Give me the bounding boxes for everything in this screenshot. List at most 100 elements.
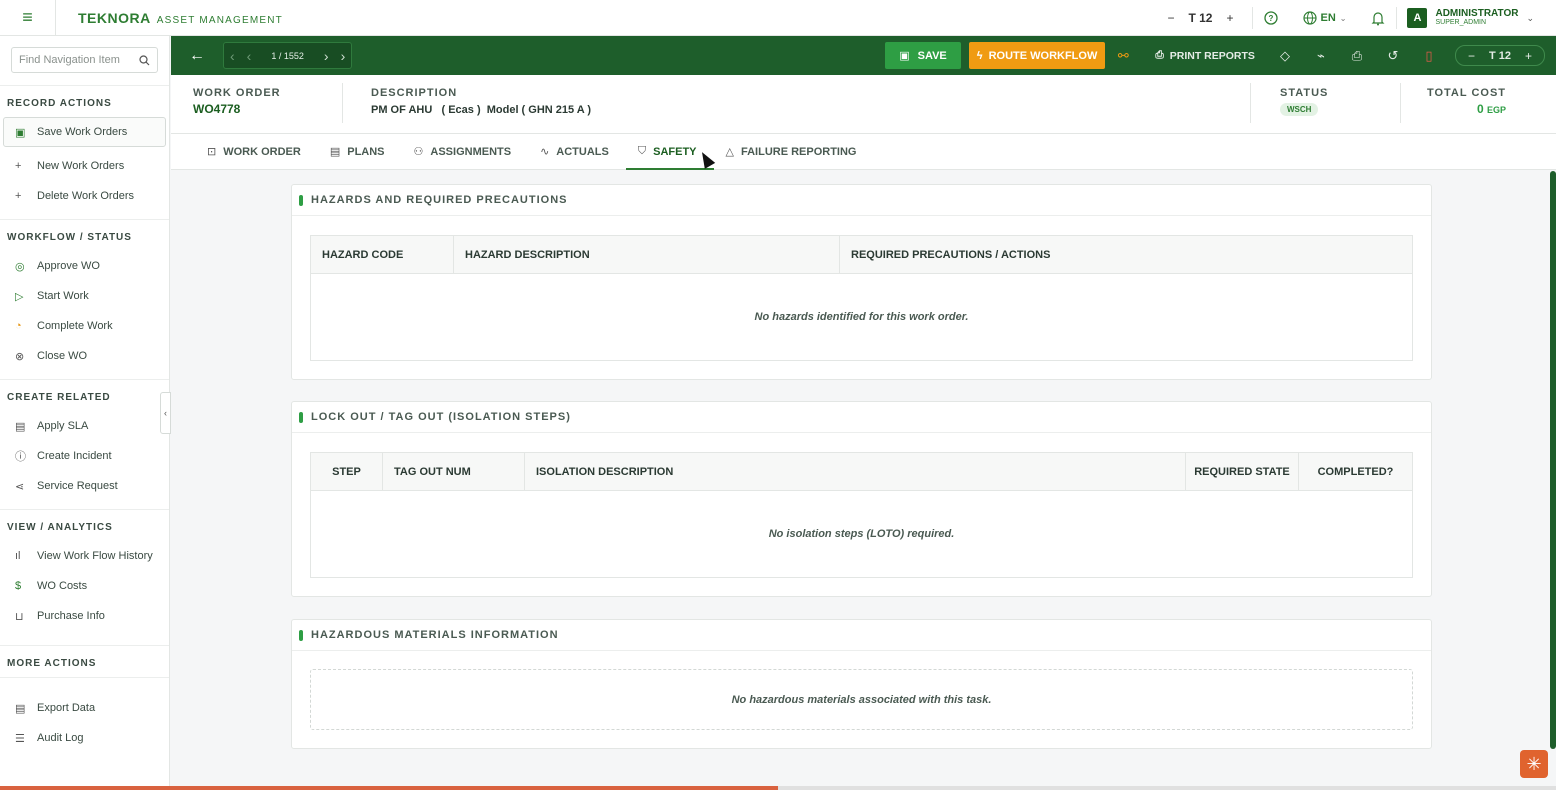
back-arrow-icon[interactable]: ← bbox=[171, 47, 223, 65]
cart-icon: ⊔ bbox=[15, 610, 24, 623]
sidebar-item-service-request[interactable]: ⋖ Service Request bbox=[0, 471, 169, 501]
sidebar-item-start[interactable]: ▷ Start Work bbox=[0, 281, 169, 311]
status-badge: WSCH bbox=[1280, 103, 1319, 116]
dollar-icon: $ bbox=[15, 580, 22, 592]
col-hazard-code[interactable]: HAZARD CODE bbox=[311, 236, 454, 273]
decrease-font-button[interactable]: − bbox=[1468, 49, 1475, 63]
help-icon[interactable]: ? bbox=[1253, 0, 1289, 36]
lightning-icon: ϟ bbox=[976, 49, 983, 62]
section-create-related: CREATE RELATED bbox=[0, 379, 169, 403]
save-icon: ▣ bbox=[15, 126, 26, 139]
sidebar-item-workflow-history[interactable]: ıl View Work Flow History bbox=[0, 541, 169, 571]
total-cost-value: 0 EGP bbox=[1476, 102, 1506, 116]
brand-name: TEKNORA bbox=[78, 9, 151, 26]
menu-icon[interactable]: ≡ bbox=[0, 0, 56, 36]
sidebar-item-wo-costs[interactable]: $ WO Costs bbox=[0, 571, 169, 601]
sidebar-item-purchase-info[interactable]: ⊔ Purchase Info bbox=[0, 601, 169, 631]
tab-work-order[interactable]: ⊡ WORK ORDER bbox=[195, 134, 318, 170]
col-isolation-description[interactable]: ISOLATION DESCRIPTION bbox=[525, 453, 1186, 490]
sidebar-collapse-button[interactable]: ‹ bbox=[160, 392, 171, 434]
col-step[interactable]: STEP bbox=[311, 453, 383, 490]
sidebar: RECORD ACTIONS ▣Save Work Orders +New Wo… bbox=[0, 36, 170, 790]
col-completed[interactable]: COMPLETED? bbox=[1299, 453, 1412, 490]
search-icon[interactable] bbox=[139, 54, 150, 66]
save-button[interactable]: ▣ SAVE bbox=[885, 42, 961, 69]
svg-text:?: ? bbox=[1268, 14, 1273, 23]
plus-icon: + bbox=[15, 160, 22, 172]
font-size-indicator: T 12 bbox=[1488, 49, 1511, 62]
delete-icon[interactable]: ▯ bbox=[1411, 36, 1447, 75]
loto-table: STEP TAG OUT NUM ISOLATION DESCRIPTION R… bbox=[310, 452, 1413, 578]
decrease-font-button[interactable]: − bbox=[1167, 11, 1174, 25]
route-workflow-button[interactable]: ϟ ROUTE WORKFLOW bbox=[968, 42, 1106, 69]
printer-icon: ⎙ bbox=[1155, 49, 1164, 61]
col-required-state[interactable]: REQUIRED STATE bbox=[1186, 453, 1299, 490]
language-selector[interactable]: EN ⌄ bbox=[1289, 11, 1361, 25]
nav-search bbox=[11, 47, 158, 73]
loto-title: LOCK OUT / TAG OUT (ISOLATION STEPS) bbox=[292, 402, 1431, 433]
clock-icon: ◔ bbox=[15, 320, 22, 332]
col-hazard-description[interactable]: HAZARD DESCRIPTION bbox=[454, 236, 840, 273]
progress-fill bbox=[0, 786, 778, 790]
col-tag-out-num[interactable]: TAG OUT NUM bbox=[383, 453, 525, 490]
print-reports-button[interactable]: ⎙ PRINT REPORTS bbox=[1141, 49, 1267, 62]
shield-icon: ⛉ bbox=[637, 145, 647, 157]
last-record-button[interactable]: › bbox=[341, 48, 346, 64]
sidebar-item-complete[interactable]: ◔ Complete Work bbox=[0, 311, 169, 341]
sidebar-item-new[interactable]: + New Work Orders bbox=[0, 151, 169, 181]
tab-bar: ⊡ WORK ORDER ▤ PLANS ⚇ ASSIGNMENTS ∿ ACTUALS… bbox=[171, 134, 1556, 170]
warning-icon: △ bbox=[725, 146, 734, 158]
first-record-button[interactable]: ‹ bbox=[230, 48, 235, 64]
work-order-field: WORK ORDER WO4778 bbox=[193, 87, 281, 116]
increase-font-button[interactable]: + bbox=[1226, 11, 1233, 25]
section-workflow-status: WORKFLOW / STATUS bbox=[0, 219, 169, 243]
sidebar-item-delete[interactable]: + Delete Work Orders bbox=[0, 181, 169, 211]
hazmat-empty-message: No hazardous materials associated with t… bbox=[731, 693, 992, 706]
tab-assignments[interactable]: ⚇ ASSIGNMENTS bbox=[402, 134, 529, 170]
user-menu[interactable]: A ADMINISTRATOR SUPER_ADMIN ⌄ bbox=[1397, 8, 1556, 28]
loto-empty-message: No isolation steps (LOTO) required. bbox=[768, 528, 955, 540]
user-name: ADMINISTRATOR bbox=[1435, 8, 1519, 19]
prev-record-button[interactable]: ‹ bbox=[247, 48, 252, 64]
font-size-control: − T 12 + bbox=[1149, 11, 1251, 25]
bar-chart-icon: ıl bbox=[15, 550, 21, 562]
tab-plans[interactable]: ▤ PLANS bbox=[318, 134, 402, 170]
description-value: PM OF AHU ( Ecas ) Model ( GHN 215 A ) bbox=[371, 104, 592, 116]
avatar: A bbox=[1407, 8, 1428, 28]
hazmat-card: HAZARDOUS MATERIALS INFORMATION No hazar… bbox=[291, 619, 1432, 749]
record-toolbar: ← ‹ ‹ 1 / 1552 › › ▣ SAVE ϟ ROUTE WORKFL… bbox=[171, 36, 1556, 75]
print-icon[interactable]: ⎙ bbox=[1339, 36, 1375, 75]
sidebar-item-save[interactable]: ▣ Save Work Orders bbox=[3, 117, 166, 147]
share-icon: ⋖ bbox=[15, 480, 25, 493]
workflow-link-icon[interactable]: ⚯ bbox=[1105, 36, 1141, 75]
sidebar-item-close[interactable]: ⊗ Close WO bbox=[0, 341, 169, 371]
top-bar: ≡ TEKNORA ASSET MANAGEMENT − T 12 + ? EN… bbox=[0, 0, 1556, 36]
section-more-actions: MORE ACTIONS bbox=[0, 645, 169, 669]
status-field: STATUS WSCH bbox=[1280, 87, 1329, 116]
bell-icon[interactable] bbox=[1360, 0, 1396, 36]
sidebar-item-apply-sla[interactable]: ▤ Apply SLA bbox=[0, 411, 169, 441]
history-icon[interactable]: ↺ bbox=[1375, 36, 1411, 75]
sidebar-item-approve[interactable]: ◎ Approve WO bbox=[0, 251, 169, 281]
sidebar-item-export-data[interactable]: ▤ Export Data bbox=[0, 693, 169, 723]
col-required-precautions[interactable]: REQUIRED PRECAUTIONS / ACTIONS bbox=[840, 236, 1412, 273]
chevron-down-icon: ⌄ bbox=[1526, 12, 1534, 23]
content-scrollbar[interactable] bbox=[1550, 171, 1556, 749]
loading-progress-bar bbox=[0, 786, 1556, 790]
tab-actuals[interactable]: ∿ ACTUALS bbox=[528, 134, 626, 170]
attachment-icon[interactable]: ⌁ bbox=[1303, 36, 1339, 75]
tab-failure-reporting[interactable]: △ FAILURE REPORTING bbox=[714, 134, 874, 170]
hazards-table: HAZARD CODE HAZARD DESCRIPTION REQUIRED … bbox=[310, 235, 1413, 361]
hazards-title: HAZARDS AND REQUIRED PRECAUTIONS bbox=[292, 185, 1431, 216]
assistant-icon[interactable]: ✳ bbox=[1520, 750, 1548, 778]
sidebar-item-create-incident[interactable]: ⓘ Create Incident bbox=[0, 441, 169, 471]
increase-font-button[interactable]: + bbox=[1525, 49, 1532, 63]
sidebar-item-audit-log[interactable]: ☰ Audit Log bbox=[0, 723, 169, 753]
toolbar-font-size-control: − T 12 + bbox=[1454, 45, 1545, 66]
hazmat-title: HAZARDOUS MATERIALS INFORMATION bbox=[292, 620, 1431, 651]
next-record-button[interactable]: › bbox=[324, 48, 329, 64]
globe-icon bbox=[1302, 11, 1317, 25]
nav-search-input[interactable] bbox=[19, 54, 129, 66]
tag-icon[interactable]: ◇ bbox=[1267, 36, 1303, 75]
save-icon: ▣ bbox=[899, 50, 910, 62]
